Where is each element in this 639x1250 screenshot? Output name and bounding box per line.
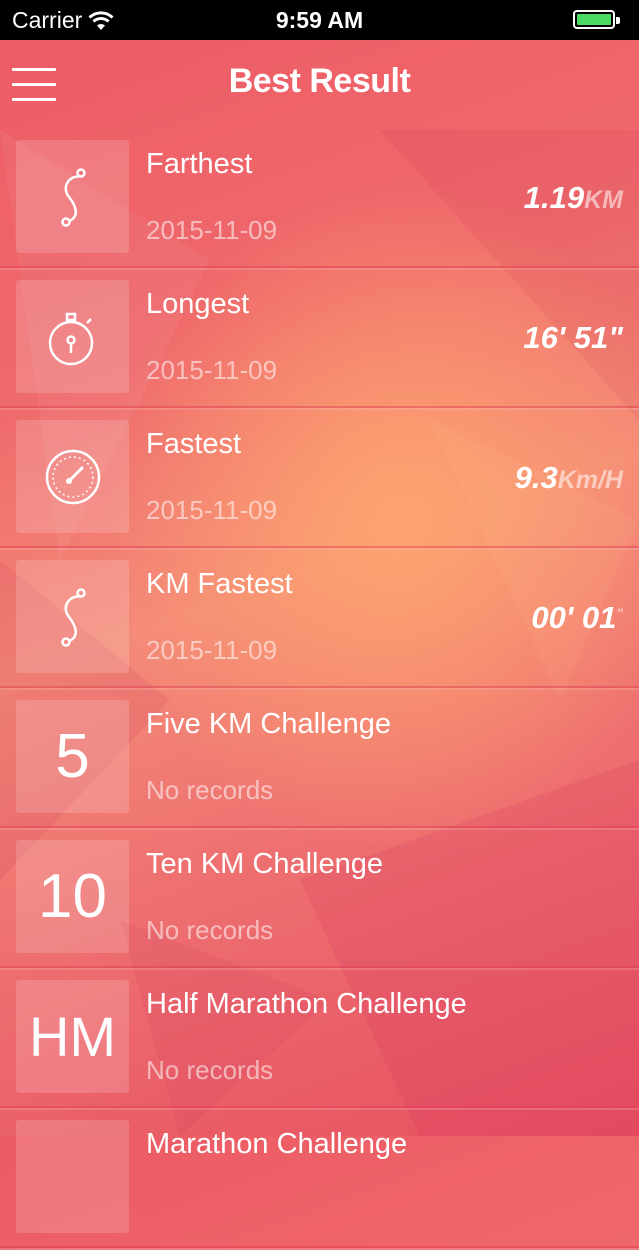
record-tile [16,560,129,673]
record-row-km-fastest[interactable]: KM Fastest 2015-11-09 00' 01" [0,548,639,690]
record-tile: 5 [16,700,129,813]
tile-label: HM [28,1005,117,1068]
record-status: No records [146,915,274,945]
record-row-ten-km-challenge[interactable]: 10 Ten KM Challenge No records [0,828,639,970]
record-value: 1.19KM [524,180,623,216]
value-number: 16' 51" [523,320,623,355]
value-number: 1.19 [523,180,585,215]
value-number: 00' 01 [531,600,617,635]
battery-level [577,14,611,25]
record-title: Farthest [146,148,253,180]
status-bar: Carrier 9:59 AM [0,0,639,40]
record-title: Fastest [146,428,242,460]
best-results-list: Farthest 2015-11-09 1.19KM Longest 2015-… [0,128,639,1250]
record-tile [16,280,129,393]
record-title: Half Marathon Challenge [146,988,467,1020]
record-row-longest[interactable]: Longest 2015-11-09 16' 51" [0,268,639,410]
record-value: 00' 01" [531,600,623,636]
record-tile: HM [16,980,129,1093]
status-time: 9:59 AM [275,7,364,33]
record-tile [16,420,129,533]
navigation-bar: Best Result [0,40,639,128]
stopwatch-icon [48,312,93,365]
record-status: No records [146,775,274,805]
record-date: 2015-11-09 [146,355,278,385]
record-tile: 10 [16,840,129,953]
record-row-marathon-challenge[interactable]: Marathon Challenge [0,1108,639,1250]
route-s-icon [60,587,86,647]
record-title: Five KM Challenge [146,708,391,740]
record-title: KM Fastest [146,568,293,600]
battery-cap [616,17,620,24]
record-date: 2015-11-09 [146,215,278,245]
record-row-half-marathon-challenge[interactable]: HM Half Marathon Challenge No records [0,968,639,1110]
record-title: Longest [146,288,250,320]
record-tile [16,1120,129,1233]
value-unit: " [616,605,623,621]
record-date: 2015-11-09 [146,635,278,665]
value-unit: KM [584,186,623,214]
record-date: 2015-11-09 [146,495,278,525]
value-unit: Km/H [557,466,623,494]
record-value: 16' 51" [523,320,623,356]
record-tile [16,140,129,253]
record-row-farthest[interactable]: Farthest 2015-11-09 1.19KM [0,128,639,270]
tile-label: 10 [38,862,107,931]
value-number: 9.3 [514,460,558,495]
battery-icon [573,10,620,29]
record-title: Marathon Challenge [146,1128,408,1160]
record-row-five-km-challenge[interactable]: 5 Five KM Challenge No records [0,688,639,830]
route-s-icon [60,167,86,227]
record-row-fastest[interactable]: Fastest 2015-11-09 9.3Km/H [0,408,639,550]
record-status: No records [146,1055,274,1085]
record-value: 9.3Km/H [515,460,623,496]
record-title: Ten KM Challenge [146,848,383,880]
page-title: Best Result [228,62,411,100]
speedometer-icon [45,449,100,504]
tile-label: 5 [55,722,90,791]
